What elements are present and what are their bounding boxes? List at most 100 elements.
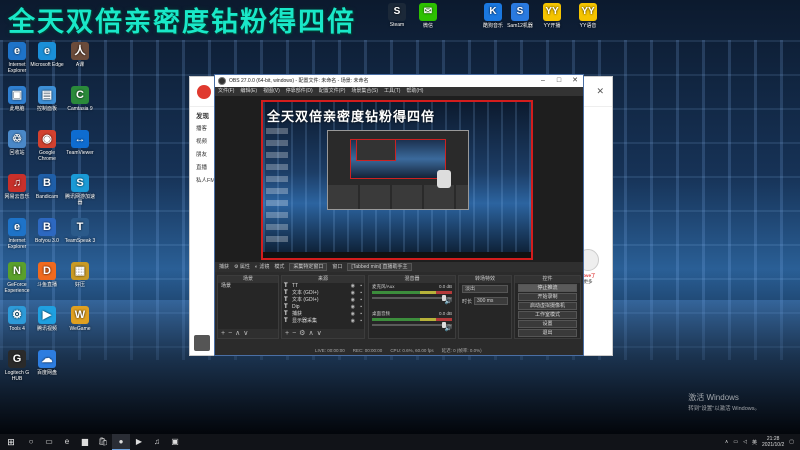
desktop-shortcut[interactable]: ▶ 腾讯视频: [30, 306, 64, 332]
eye-icon[interactable]: ◉: [351, 318, 355, 325]
sidebar-item-live[interactable]: 直播: [196, 162, 216, 175]
close-icon[interactable]: ✕: [567, 75, 583, 87]
desktop-shortcut[interactable]: ↔ TeamViewer: [63, 130, 97, 156]
desktop-shortcut[interactable]: S 腾讯网游加速器: [63, 174, 97, 206]
desktop-shortcut[interactable]: ⚙ Tools 4: [0, 306, 34, 332]
speaker-icon[interactable]: 🔊: [445, 298, 452, 305]
mode-select[interactable]: 采集特定窗口: [289, 263, 328, 271]
source-item[interactable]: T 显示器采集 ◉ ▪: [282, 318, 364, 325]
desktop-shortcut[interactable]: ▤ 控制面板: [30, 86, 64, 112]
settings-button[interactable]: 设置: [518, 320, 577, 328]
ime-indicator[interactable]: 英: [752, 439, 757, 446]
sidebar-item-fm[interactable]: 私人FM: [196, 175, 216, 188]
speaker-icon[interactable]: 🔊: [445, 325, 452, 332]
filters-button[interactable]: ◐ 滤镜: [255, 262, 269, 272]
desktop-shortcut[interactable]: T TeamSpeak 3: [63, 218, 97, 244]
properties-button[interactable]: ⚙ 属性: [234, 262, 250, 272]
lock-icon[interactable]: ▪: [360, 318, 362, 325]
start-recording-button[interactable]: 开始录制: [518, 293, 577, 301]
desktop-shortcut[interactable]: ▦ 好压: [63, 262, 97, 288]
clock[interactable]: 21:28 2021/10/2: [762, 436, 784, 448]
volume-slider[interactable]: [372, 295, 452, 301]
eye-icon[interactable]: ◉: [351, 283, 355, 290]
desktop-shortcut[interactable]: ✉ 微信: [413, 3, 443, 29]
network-icon[interactable]: ▭: [733, 439, 738, 445]
desktop-shortcut[interactable]: ☁ 百度网盘: [30, 350, 64, 376]
desktop-shortcut[interactable]: S Steam: [382, 3, 412, 28]
app-icon[interactable]: ▣: [166, 434, 184, 450]
obs-menu-item[interactable]: 文件(F): [218, 87, 234, 96]
desktop-shortcut[interactable]: S Sam12机器: [505, 3, 535, 29]
obs-menu-item[interactable]: 场景集合(S): [351, 87, 378, 96]
obs-menu-item[interactable]: 帮助(H): [406, 87, 423, 96]
scenes-dock-toolbar[interactable]: +−∧∨: [218, 329, 278, 338]
desktop-shortcut[interactable]: B Bandicam: [30, 174, 64, 200]
eye-icon[interactable]: ◉: [351, 290, 355, 297]
lock-icon[interactable]: ▪: [360, 283, 362, 290]
desktop-shortcut[interactable]: ◉ Google Chrome: [30, 130, 64, 162]
desktop-shortcut[interactable]: W WeGame: [63, 306, 97, 332]
exit-button[interactable]: 退出: [518, 329, 577, 337]
desktop-shortcut[interactable]: e Internet Explorer: [0, 218, 34, 250]
close-icon[interactable]: ✕: [596, 86, 604, 97]
start-button[interactable]: ⊞: [0, 437, 22, 448]
desktop-shortcut[interactable]: D 斗鱼直播: [30, 262, 64, 288]
desktop-shortcut[interactable]: ♲ 回收站: [0, 130, 34, 156]
source-item[interactable]: T 文本 (GDI+) ◉ ▪: [282, 290, 364, 297]
folder-icon[interactable]: ▆: [76, 434, 94, 450]
desktop-shortcut[interactable]: e Microsoft Edge: [30, 42, 64, 68]
media-icon[interactable]: ▶: [130, 434, 148, 450]
user-avatar[interactable]: [194, 335, 210, 351]
studio-mode-button[interactable]: 工作室模式: [518, 311, 577, 319]
desktop-shortcut[interactable]: YY YY开播: [537, 3, 567, 29]
obs-menu-item[interactable]: 停靠部件(D): [286, 87, 313, 96]
edge-icon[interactable]: e: [58, 434, 76, 450]
obs-menu-item[interactable]: 配置文件(P): [319, 87, 346, 96]
music-icon[interactable]: ♫: [148, 434, 166, 450]
lock-icon[interactable]: ▪: [360, 290, 362, 297]
obs-menu-item[interactable]: 工具(T): [384, 87, 400, 96]
window-capture-preview[interactable]: 全天双倍亲密度钻粉得四倍: [261, 100, 533, 260]
eye-icon[interactable]: ◉: [351, 311, 355, 318]
obs-window[interactable]: OBS 27.0.0 (64-bit, windows) - 配置文件: 未命名…: [214, 74, 584, 356]
sidebar-item-podcast[interactable]: 播客: [196, 123, 216, 136]
source-item[interactable]: T 文本 (GDI+) ◉ ▪: [282, 297, 364, 304]
lock-icon[interactable]: ▪: [360, 304, 362, 311]
desktop-shortcut[interactable]: YY YY语音: [573, 3, 603, 29]
scene-item[interactable]: 场景: [218, 283, 278, 290]
tray-arrow-icon[interactable]: ∧: [725, 439, 729, 445]
volume-icon[interactable]: ◁: [743, 439, 747, 445]
obs-preview[interactable]: 全天双倍亲密度钻粉得四倍: [215, 96, 583, 271]
desktop-shortcut[interactable]: B Bofyou 3.0: [30, 218, 64, 244]
desktop-shortcut[interactable]: ♫ 网易云音乐: [0, 174, 34, 200]
sidebar-item-discover[interactable]: 发现: [196, 110, 216, 123]
desktop-shortcut[interactable]: C Camtasia 9: [63, 86, 97, 112]
desktop-shortcut[interactable]: 人 A课: [63, 42, 97, 68]
desktop-shortcut[interactable]: N GeForce Experience: [0, 262, 34, 294]
eye-icon[interactable]: ◉: [351, 297, 355, 304]
virtual-camera-button[interactable]: 启动虚拟摄像机: [518, 302, 577, 310]
sources-dock-toolbar[interactable]: +−⚙∧∨: [282, 329, 364, 338]
obs-menu-item[interactable]: 编辑(E): [240, 87, 257, 96]
obs-menu-item[interactable]: 视图(V): [263, 87, 280, 96]
notification-icon[interactable]: ▢: [789, 439, 794, 445]
desktop-shortcut[interactable]: e Internet Explorer: [0, 42, 34, 74]
minimize-icon[interactable]: –: [535, 75, 551, 87]
sidebar-item-video[interactable]: 视频: [196, 136, 216, 149]
store-icon[interactable]: 🛍: [94, 434, 112, 450]
eye-icon[interactable]: ◉: [351, 304, 355, 311]
desktop-shortcut[interactable]: ▣ 此电脑: [0, 86, 34, 112]
source-item[interactable]: T TT ◉ ▪: [282, 283, 364, 290]
maximize-icon[interactable]: □: [551, 75, 567, 87]
source-item[interactable]: T Dip ◉ ▪: [282, 304, 364, 311]
window-select[interactable]: [Tabbed mini] 直播助手主: [347, 263, 412, 271]
sidebar-item-friends[interactable]: 朋友: [196, 149, 216, 162]
lock-icon[interactable]: ▪: [360, 311, 362, 318]
desktop-shortcut[interactable]: G Logitech G HUB: [0, 350, 34, 382]
duration-field[interactable]: 300 ms: [474, 297, 508, 305]
source-item[interactable]: T 捕获 ◉ ▪: [282, 311, 364, 318]
search-icon[interactable]: ○: [22, 434, 40, 450]
desktop-shortcut[interactable]: K 酷狗音乐: [478, 3, 508, 29]
obs-icon[interactable]: ●: [112, 434, 130, 450]
lock-icon[interactable]: ▪: [360, 297, 362, 304]
